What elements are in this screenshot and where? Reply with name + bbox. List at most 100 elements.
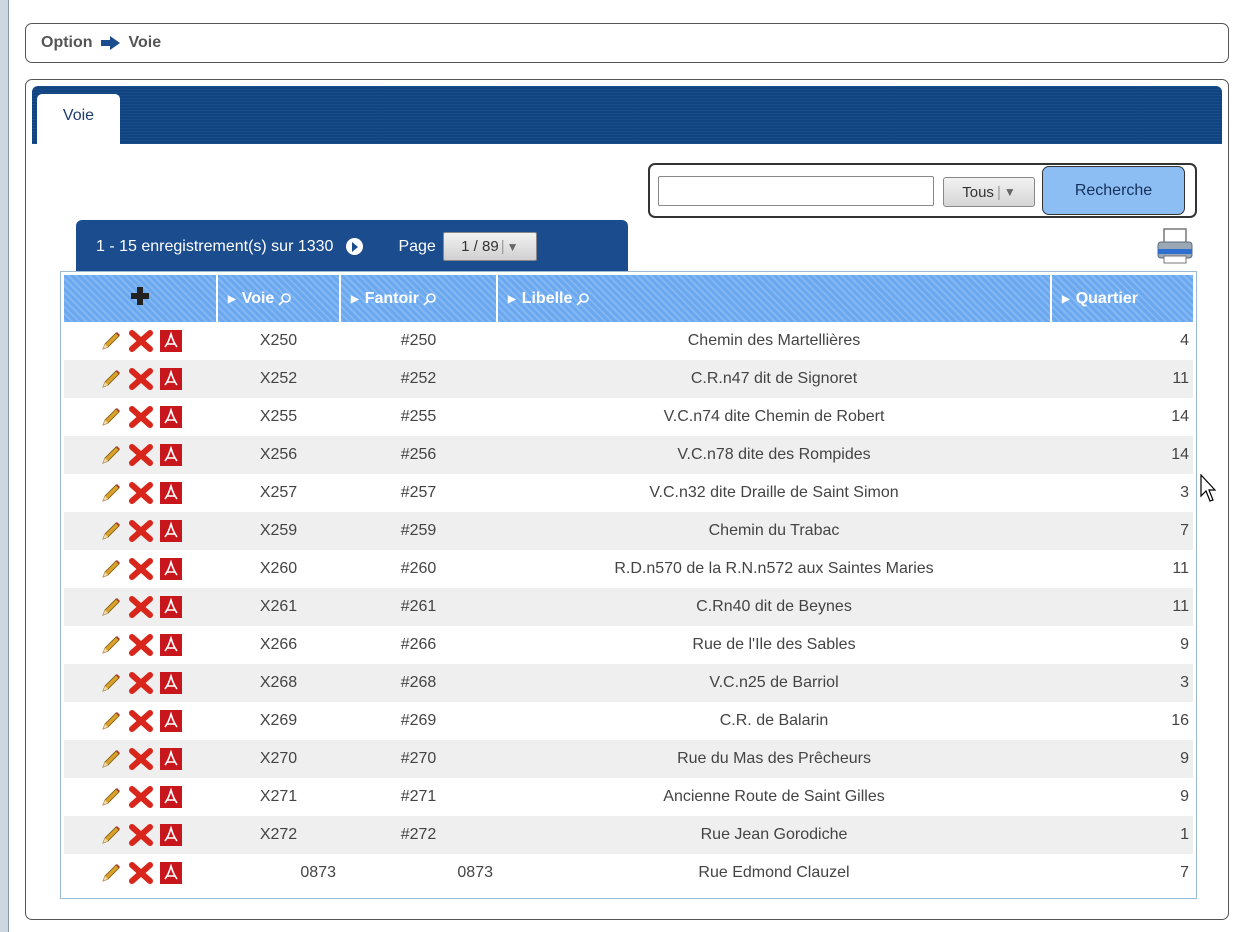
pdf-icon[interactable] (159, 596, 182, 618)
cell-quartier: 7 (1180, 864, 1189, 881)
delete-x-icon[interactable] (128, 558, 154, 580)
page-select[interactable]: 1 / 89 | ▼ (442, 232, 537, 261)
pdf-icon[interactable] (159, 558, 182, 580)
delete-x-icon[interactable] (128, 368, 154, 390)
table-row[interactable]: X256 #256 V.C.n78 dite des Rompides 14 (64, 436, 1193, 474)
cell-libelle: Rue du Mas des Prêcheurs (497, 740, 1051, 778)
search-input[interactable] (658, 176, 934, 206)
cell-libelle: V.C.n32 dite Draille de Saint Simon (649, 484, 899, 501)
pdf-icon[interactable] (159, 748, 182, 770)
pencil-icon[interactable] (100, 482, 122, 504)
delete-x-icon[interactable] (128, 444, 154, 466)
row-actions (64, 436, 217, 474)
pdf-icon[interactable] (159, 672, 182, 694)
table-row[interactable]: X252 #252 C.R.n47 dit de Signoret 11 (64, 360, 1193, 398)
cell-fantoir: 0873 (457, 864, 493, 881)
magnifier-icon[interactable] (423, 292, 437, 306)
row-actions (64, 778, 217, 816)
cell-fantoir: #272 (340, 816, 497, 854)
breadcrumb: Option Voie (25, 23, 1229, 63)
row-actions (64, 322, 217, 360)
next-page-icon[interactable] (346, 238, 364, 255)
column-header-quartier[interactable]: ▶ Quartier (1051, 275, 1193, 322)
delete-x-icon[interactable] (128, 596, 154, 618)
select-separator: | (996, 183, 1001, 201)
pencil-icon[interactable] (100, 368, 122, 390)
table-row[interactable]: X260 #260 R.D.n570 de la R.N.n572 aux Sain… (64, 550, 1193, 588)
delete-x-icon[interactable] (128, 520, 154, 542)
cell-voie: X256 (217, 436, 340, 474)
delete-x-icon[interactable] (128, 710, 154, 732)
cell-quartier: 3 (1180, 484, 1189, 501)
pdf-icon[interactable] (159, 368, 182, 390)
search-button[interactable]: Recherche (1042, 166, 1185, 215)
pencil-icon[interactable] (100, 444, 122, 466)
cell-fantoir: #260 (400, 560, 437, 577)
column-header-libelle[interactable]: ▶ Libelle (497, 275, 1052, 322)
pdf-icon[interactable] (159, 406, 182, 428)
pdf-icon[interactable] (159, 634, 182, 656)
data-grid: ▶ Voie ▶ Fantoir ▶ Libelle ▶ Quartier X250 #2… (60, 271, 1197, 899)
filter-select[interactable]: Tous | ▼ (943, 177, 1035, 207)
tab-voie[interactable]: Voie (37, 94, 120, 144)
pdf-icon[interactable] (159, 330, 182, 352)
pencil-icon[interactable] (100, 520, 122, 542)
table-row[interactable]: X272 #272 Rue Jean Gorodiche 1 (64, 816, 1193, 854)
pencil-icon[interactable] (100, 672, 122, 694)
cell-voie: 0873 (300, 864, 336, 881)
table-row[interactable]: X266 #266 Rue de l'Ile des Sables 9 (64, 626, 1193, 664)
add-column-header[interactable] (64, 275, 218, 322)
cell-voie: X268 (217, 664, 340, 702)
breadcrumb-root[interactable]: Option (41, 34, 93, 52)
table-row[interactable]: X259 #259 Chemin du Trabac 7 (64, 512, 1193, 550)
pencil-icon[interactable] (100, 558, 122, 580)
delete-x-icon[interactable] (128, 786, 154, 808)
delete-x-icon[interactable] (128, 330, 154, 352)
table-row[interactable]: X257 #257 V.C.n32 dite Draille de Saint Si… (64, 474, 1193, 512)
magnifier-icon[interactable] (278, 292, 292, 306)
cell-libelle: V.C.n74 dite Chemin de Robert (663, 408, 885, 425)
delete-x-icon[interactable] (128, 748, 154, 770)
pencil-icon[interactable] (100, 406, 122, 428)
table-row[interactable]: X271 #271 Ancienne Route de Saint Gilles 9 (64, 778, 1193, 816)
table-row[interactable]: X255 #255 V.C.n74 dite Chemin de Robert 14 (64, 398, 1193, 436)
cell-libelle: Ancienne Route de Saint Gilles (663, 788, 885, 805)
magnifier-icon[interactable] (576, 292, 590, 306)
table-row[interactable]: X261 #261 C.Rn40 dit de Beynes 11 (64, 588, 1193, 626)
cell-fantoir: #257 (400, 484, 437, 501)
pencil-icon[interactable] (100, 330, 122, 352)
printer-icon[interactable] (1154, 228, 1196, 264)
pencil-icon[interactable] (100, 748, 122, 770)
pencil-icon[interactable] (100, 824, 122, 846)
table-row[interactable]: X250 #250 Chemin des Martellières 4 (64, 322, 1193, 360)
pdf-icon[interactable] (159, 520, 182, 542)
delete-x-icon[interactable] (128, 406, 154, 428)
pencil-icon[interactable] (100, 634, 122, 656)
delete-x-icon[interactable] (128, 482, 154, 504)
pdf-icon[interactable] (159, 786, 182, 808)
pencil-icon[interactable] (100, 710, 122, 732)
column-header-fantoir[interactable]: ▶ Fantoir (340, 275, 498, 322)
cell-libelle: R.D.n570 de la R.N.n572 aux Saintes Mari… (614, 560, 934, 577)
table-row[interactable]: X268 #268 V.C.n25 de Barriol 3 (64, 664, 1193, 702)
cell-fantoir: #255 (400, 408, 437, 425)
column-header-voie[interactable]: ▶ Voie (217, 275, 341, 322)
table-row[interactable]: X269 #269 C.R. de Balarin 16 (64, 702, 1193, 740)
delete-x-icon[interactable] (128, 634, 154, 656)
pdf-icon[interactable] (159, 824, 182, 846)
pencil-icon[interactable] (100, 862, 122, 884)
pencil-icon[interactable] (100, 596, 122, 618)
delete-x-icon[interactable] (128, 862, 154, 884)
delete-x-icon[interactable] (128, 824, 154, 846)
pdf-icon[interactable] (159, 444, 182, 466)
dropdown-triangle-icon: ▼ (1003, 185, 1016, 199)
plus-icon[interactable] (131, 287, 149, 305)
delete-x-icon[interactable] (128, 672, 154, 694)
pdf-icon[interactable] (159, 482, 182, 504)
cell-fantoir: #261 (340, 588, 497, 626)
pdf-icon[interactable] (159, 710, 182, 732)
pdf-icon[interactable] (159, 862, 182, 884)
table-row[interactable]: 0873 0873 Rue Edmond Clauzel 7 (64, 854, 1193, 892)
pencil-icon[interactable] (100, 786, 122, 808)
table-row[interactable]: X270 #270 Rue du Mas des Prêcheurs 9 (64, 740, 1193, 778)
